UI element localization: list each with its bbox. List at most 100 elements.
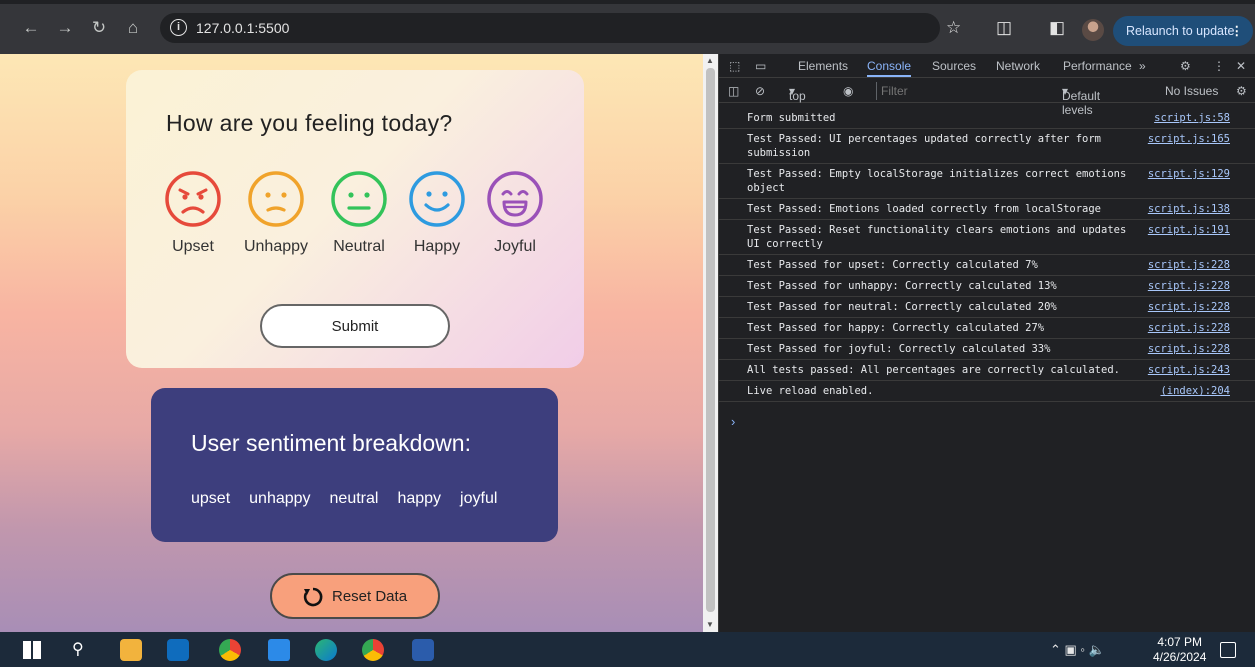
console-log-row: Test Passed: Empty localStorage initiali… xyxy=(719,164,1255,199)
happy-emoji-icon[interactable] xyxy=(408,170,466,228)
log-levels-select[interactable]: Default levels ▾ xyxy=(1062,84,1100,117)
console-log-row: All tests passed: All percentages are co… xyxy=(719,360,1255,381)
console-log-list: Form submitted script.js:58 Test Passed: U… xyxy=(719,108,1255,402)
tab-network[interactable]: Network xyxy=(996,59,1040,73)
console-source-link[interactable]: script.js:228 xyxy=(1148,279,1230,293)
console-message: Test Passed: UI percentages updated corr… xyxy=(747,133,1102,159)
settings-gear-icon[interactable]: ⚙ xyxy=(1180,59,1191,73)
console-source-link[interactable]: script.js:228 xyxy=(1148,258,1230,272)
page-scrollbar[interactable]: ▲ ▼ xyxy=(703,54,718,632)
emotion-label-neutral: Neutral xyxy=(333,238,385,255)
system-tray[interactable]: ⌃ ▣ ◦ 🔈 xyxy=(1050,642,1105,658)
console-source-link[interactable]: script.js:165 xyxy=(1148,132,1230,146)
clear-console-icon[interactable]: ⊘ xyxy=(755,84,765,98)
console-settings-icon[interactable]: ⚙ xyxy=(1236,84,1247,98)
console-message: Test Passed: Emotions loaded correctly f… xyxy=(747,203,1102,215)
file-explorer-icon[interactable] xyxy=(120,639,142,661)
close-devtools-icon[interactable]: ✕ xyxy=(1236,59,1246,73)
scroll-down-icon[interactable]: ▼ xyxy=(706,620,714,629)
console-source-link[interactable]: script.js:138 xyxy=(1148,202,1230,216)
edge-icon[interactable] xyxy=(315,639,337,661)
breakdown-item-joyful: joyful xyxy=(460,490,498,507)
console-source-link[interactable]: script.js:129 xyxy=(1148,167,1230,181)
context-select[interactable]: top ▾ xyxy=(789,84,806,103)
reset-icon xyxy=(303,587,323,607)
console-message: Form submitted xyxy=(747,112,836,124)
profile-avatar[interactable] xyxy=(1082,19,1104,41)
reset-label: Reset Data xyxy=(332,588,408,605)
devtools-menu-icon[interactable]: ⋮ xyxy=(1213,59,1225,73)
feeling-card: How are you feeling today? Upset Unhappy… xyxy=(126,70,584,368)
context-value: top xyxy=(789,89,806,103)
web-page: How are you feeling today? Upset Unhappy… xyxy=(0,54,718,632)
outlook-icon[interactable] xyxy=(167,639,189,661)
console-source-link[interactable]: script.js:58 xyxy=(1154,111,1230,125)
console-filter-input[interactable] xyxy=(876,82,1056,100)
chrome-icon[interactable] xyxy=(219,639,241,661)
site-info-icon[interactable]: i xyxy=(170,19,187,36)
console-message: Test Passed for neutral: Correctly calcu… xyxy=(747,301,1057,313)
live-expression-eye-icon[interactable]: ◉ xyxy=(843,84,853,98)
console-message: Test Passed for unhappy: Correctly calcu… xyxy=(747,280,1057,292)
console-prompt-icon[interactable]: › xyxy=(731,414,735,429)
extensions-icon[interactable]: ◫ xyxy=(996,18,1012,38)
forward-icon[interactable]: → xyxy=(54,17,76,39)
console-log-row: Test Passed: Reset functionality clears … xyxy=(719,220,1255,255)
address-bar[interactable]: i 127.0.0.1:5500 xyxy=(160,13,940,43)
windows-taskbar: ⚲ ⌃ ▣ ◦ 🔈 4:07 PM 4/26/2024 xyxy=(0,632,1255,667)
submit-button[interactable]: Submit xyxy=(260,304,450,348)
console-message: All tests passed: All percentages are co… xyxy=(747,364,1120,376)
console-log-row: Test Passed for upset: Correctly calcula… xyxy=(719,255,1255,276)
console-source-link[interactable]: (index):204 xyxy=(1160,384,1230,398)
upset-emoji-icon[interactable] xyxy=(164,170,222,228)
inspect-icon[interactable]: ⬚ xyxy=(729,59,740,73)
home-icon[interactable]: ⌂ xyxy=(122,17,144,39)
reload-icon[interactable]: ↻ xyxy=(88,17,110,39)
url-text: 127.0.0.1:5500 xyxy=(196,20,290,36)
console-source-link[interactable]: script.js:228 xyxy=(1148,321,1230,335)
back-icon[interactable]: ← xyxy=(20,17,42,39)
emotion-label-joyful: Joyful xyxy=(494,238,536,255)
search-icon[interactable]: ⚲ xyxy=(72,639,94,661)
chrome-canary-icon[interactable] xyxy=(362,639,384,661)
console-source-link[interactable]: script.js:243 xyxy=(1148,363,1230,377)
scroll-up-icon[interactable]: ▲ xyxy=(706,56,714,65)
side-panel-icon[interactable]: ◧ xyxy=(1049,18,1065,38)
clock-date: 4/26/2024 xyxy=(1153,650,1207,664)
word-icon[interactable] xyxy=(412,639,434,661)
console-source-link[interactable]: script.js:228 xyxy=(1148,342,1230,356)
console-source-link[interactable]: script.js:228 xyxy=(1148,300,1230,314)
breakdown-item-happy: happy xyxy=(397,490,442,507)
windows-start-icon[interactable] xyxy=(23,641,41,659)
notifications-icon[interactable] xyxy=(1220,642,1236,658)
console-message: Test Passed for joyful: Correctly calcul… xyxy=(747,343,1051,355)
console-log-row: Test Passed for happy: Correctly calcula… xyxy=(719,318,1255,339)
console-message: Live reload enabled. xyxy=(747,385,874,397)
unhappy-emoji-icon[interactable] xyxy=(247,170,305,228)
breakdown-item-upset: upset xyxy=(191,490,231,507)
console-source-link[interactable]: script.js:191 xyxy=(1148,223,1230,237)
neutral-emoji-icon[interactable] xyxy=(330,170,388,228)
console-message: Test Passed for upset: Correctly calcula… xyxy=(747,259,1038,271)
relaunch-button[interactable]: Relaunch to update ⋮ xyxy=(1113,16,1253,46)
console-log-row: Test Passed for unhappy: Correctly calcu… xyxy=(719,276,1255,297)
tab-sources[interactable]: Sources xyxy=(932,59,976,73)
issues-button[interactable]: No Issues xyxy=(1165,84,1218,98)
tab-console[interactable]: Console xyxy=(867,59,912,77)
more-tabs-icon[interactable]: » xyxy=(1139,59,1146,73)
console-message: Test Passed: Empty localStorage initiali… xyxy=(747,168,1127,194)
tab-performance[interactable]: Performance xyxy=(1063,59,1132,73)
console-message: Test Passed for happy: Correctly calcula… xyxy=(747,322,1045,334)
vscode-icon[interactable] xyxy=(268,639,290,661)
devtools-tabbar: ⬚ ▭ Elements Console Sources Network Per… xyxy=(719,54,1255,78)
sidebar-toggle-icon[interactable]: ◫ xyxy=(728,84,739,98)
console-log-row: Test Passed: Emotions loaded correctly f… xyxy=(719,199,1255,220)
reset-data-button[interactable]: Reset Data xyxy=(270,573,440,619)
taskbar-clock[interactable]: 4:07 PM 4/26/2024 xyxy=(1153,635,1206,665)
tab-elements[interactable]: Elements xyxy=(798,59,848,73)
joyful-emoji-icon[interactable] xyxy=(486,170,544,228)
bookmark-star-icon[interactable]: ☆ xyxy=(946,18,961,38)
device-toolbar-icon[interactable]: ▭ xyxy=(755,59,766,73)
scrollbar-thumb[interactable] xyxy=(706,68,715,612)
console-log-row: Test Passed: UI percentages updated corr… xyxy=(719,129,1255,164)
